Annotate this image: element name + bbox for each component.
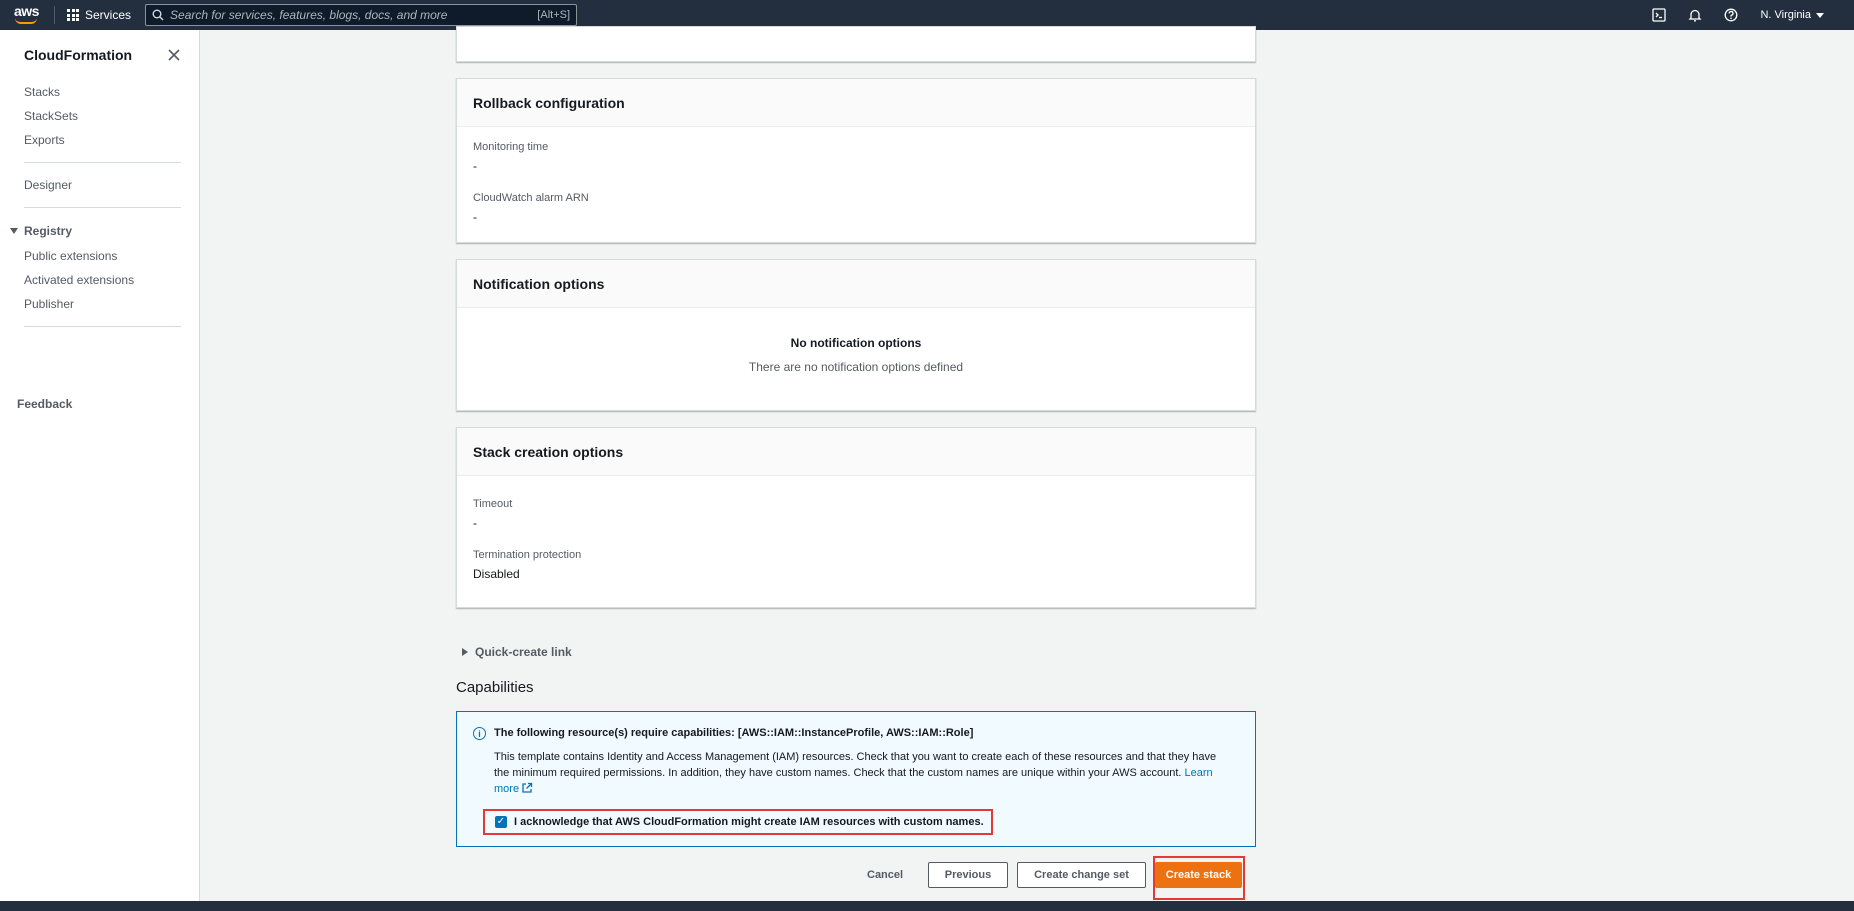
quick-create-label: Quick-create link (475, 645, 572, 659)
previous-button[interactable]: Previous (928, 862, 1008, 888)
services-label: Services (85, 8, 132, 22)
create-change-set-button[interactable]: Create change set (1017, 862, 1146, 888)
help-icon[interactable] (1724, 8, 1738, 22)
caret-down-icon (10, 228, 18, 234)
field-value: - (473, 516, 477, 530)
termination-protection-field: Termination protection Disabled (457, 549, 1255, 581)
panel-header: Rollback configuration (457, 79, 1255, 127)
panel-title: Notification options (473, 275, 605, 292)
quick-create-link-expander[interactable]: Quick-create link (462, 645, 572, 659)
panel-header: Notification options (457, 260, 1255, 308)
services-menu-button[interactable]: Services (67, 8, 131, 22)
sidebar-item-stacksets[interactable]: StackSets (0, 104, 199, 128)
empty-state: No notification options There are no not… (457, 336, 1255, 374)
capabilities-info-alert: i The following resource(s) require capa… (456, 711, 1256, 847)
feedback-link[interactable]: Feedback (0, 397, 199, 411)
aws-smile-icon (15, 18, 37, 24)
sidebar-divider (24, 207, 181, 208)
rollback-configuration-panel: Rollback configuration Monitoring time -… (456, 78, 1256, 243)
panel-title: Rollback configuration (473, 94, 625, 111)
caret-right-icon (462, 648, 468, 656)
search-shortcut: [Alt+S] (537, 9, 571, 21)
sidebar-item-stacks[interactable]: Stacks (0, 80, 199, 104)
empty-state-title: No notification options (790, 336, 922, 350)
nav-divider (54, 6, 55, 24)
cancel-button[interactable]: Cancel (867, 862, 903, 888)
previous-panel (456, 26, 1256, 62)
cloudshell-icon[interactable] (1652, 8, 1667, 22)
field-label: Termination protection (473, 549, 582, 561)
nav-right-group: N. Virginia (1652, 8, 1854, 22)
form-actions: Cancel Previous Create change set Create… (456, 856, 1256, 900)
field-label: Monitoring time (473, 141, 549, 153)
panel-header: Stack creation options (457, 428, 1255, 476)
registry-label: Registry (24, 224, 73, 238)
grid-icon (67, 9, 79, 21)
side-nav-header: CloudFormation (0, 30, 199, 80)
close-icon[interactable] (167, 48, 181, 62)
aws-logo[interactable]: aws (14, 4, 50, 26)
timeout-field: Timeout - (457, 498, 1255, 530)
acknowledge-label[interactable]: I acknowledge that AWS CloudFormation mi… (514, 816, 984, 828)
field-value: Disabled (473, 567, 520, 581)
side-nav-title[interactable]: CloudFormation (24, 47, 132, 63)
acknowledge-checkbox-row[interactable]: ✓ I acknowledge that AWS CloudFormation … (483, 809, 993, 835)
external-link-icon (522, 782, 533, 793)
alert-heading: The following resource(s) require capabi… (494, 727, 974, 739)
sidebar-item-exports[interactable]: Exports (0, 128, 199, 152)
sidebar-item-designer[interactable]: Designer (0, 173, 199, 197)
cloudwatch-alarm-field: CloudWatch alarm ARN - (457, 192, 1255, 224)
create-stack-highlight (1153, 856, 1245, 900)
chevron-down-icon (1816, 12, 1824, 18)
aws-logo-text: aws (14, 3, 39, 19)
notification-options-panel: Notification options No notification opt… (456, 259, 1256, 411)
alert-body-text: This template contains Identity and Acce… (494, 751, 1217, 779)
sidebar-section-registry[interactable]: Registry (0, 218, 199, 244)
field-label: CloudWatch alarm ARN (473, 192, 589, 204)
search-input[interactable] (170, 8, 538, 22)
sidebar-item-publisher[interactable]: Publisher (0, 292, 199, 316)
field-value: - (473, 210, 477, 224)
field-label: Timeout (473, 498, 513, 510)
search-icon (152, 9, 164, 21)
sidebar-item-activated-extensions[interactable]: Activated extensions (0, 268, 199, 292)
field-value: - (473, 159, 477, 173)
region-label: N. Virginia (1760, 9, 1811, 21)
stack-creation-options-panel: Stack creation options Timeout - Termina… (456, 427, 1256, 608)
capabilities-heading: Capabilities (456, 679, 534, 696)
notifications-bell-icon[interactable] (1688, 8, 1703, 22)
side-navigation: CloudFormation Stacks StackSets Exports … (0, 30, 200, 911)
footer-bar (0, 901, 1854, 911)
alert-body: This template contains Identity and Acce… (494, 749, 1234, 797)
acknowledge-checkbox[interactable]: ✓ (495, 816, 507, 828)
sidebar-divider (24, 162, 181, 163)
monitoring-time-field: Monitoring time - (457, 141, 1255, 173)
info-icon: i (473, 727, 486, 740)
sidebar-divider (24, 326, 181, 327)
search-bar[interactable]: [Alt+S] (145, 4, 578, 26)
region-selector[interactable]: N. Virginia (1760, 9, 1824, 21)
panel-title: Stack creation options (473, 443, 624, 460)
empty-state-description: There are no notification options define… (748, 360, 964, 374)
sidebar-item-public-extensions[interactable]: Public extensions (0, 244, 199, 268)
